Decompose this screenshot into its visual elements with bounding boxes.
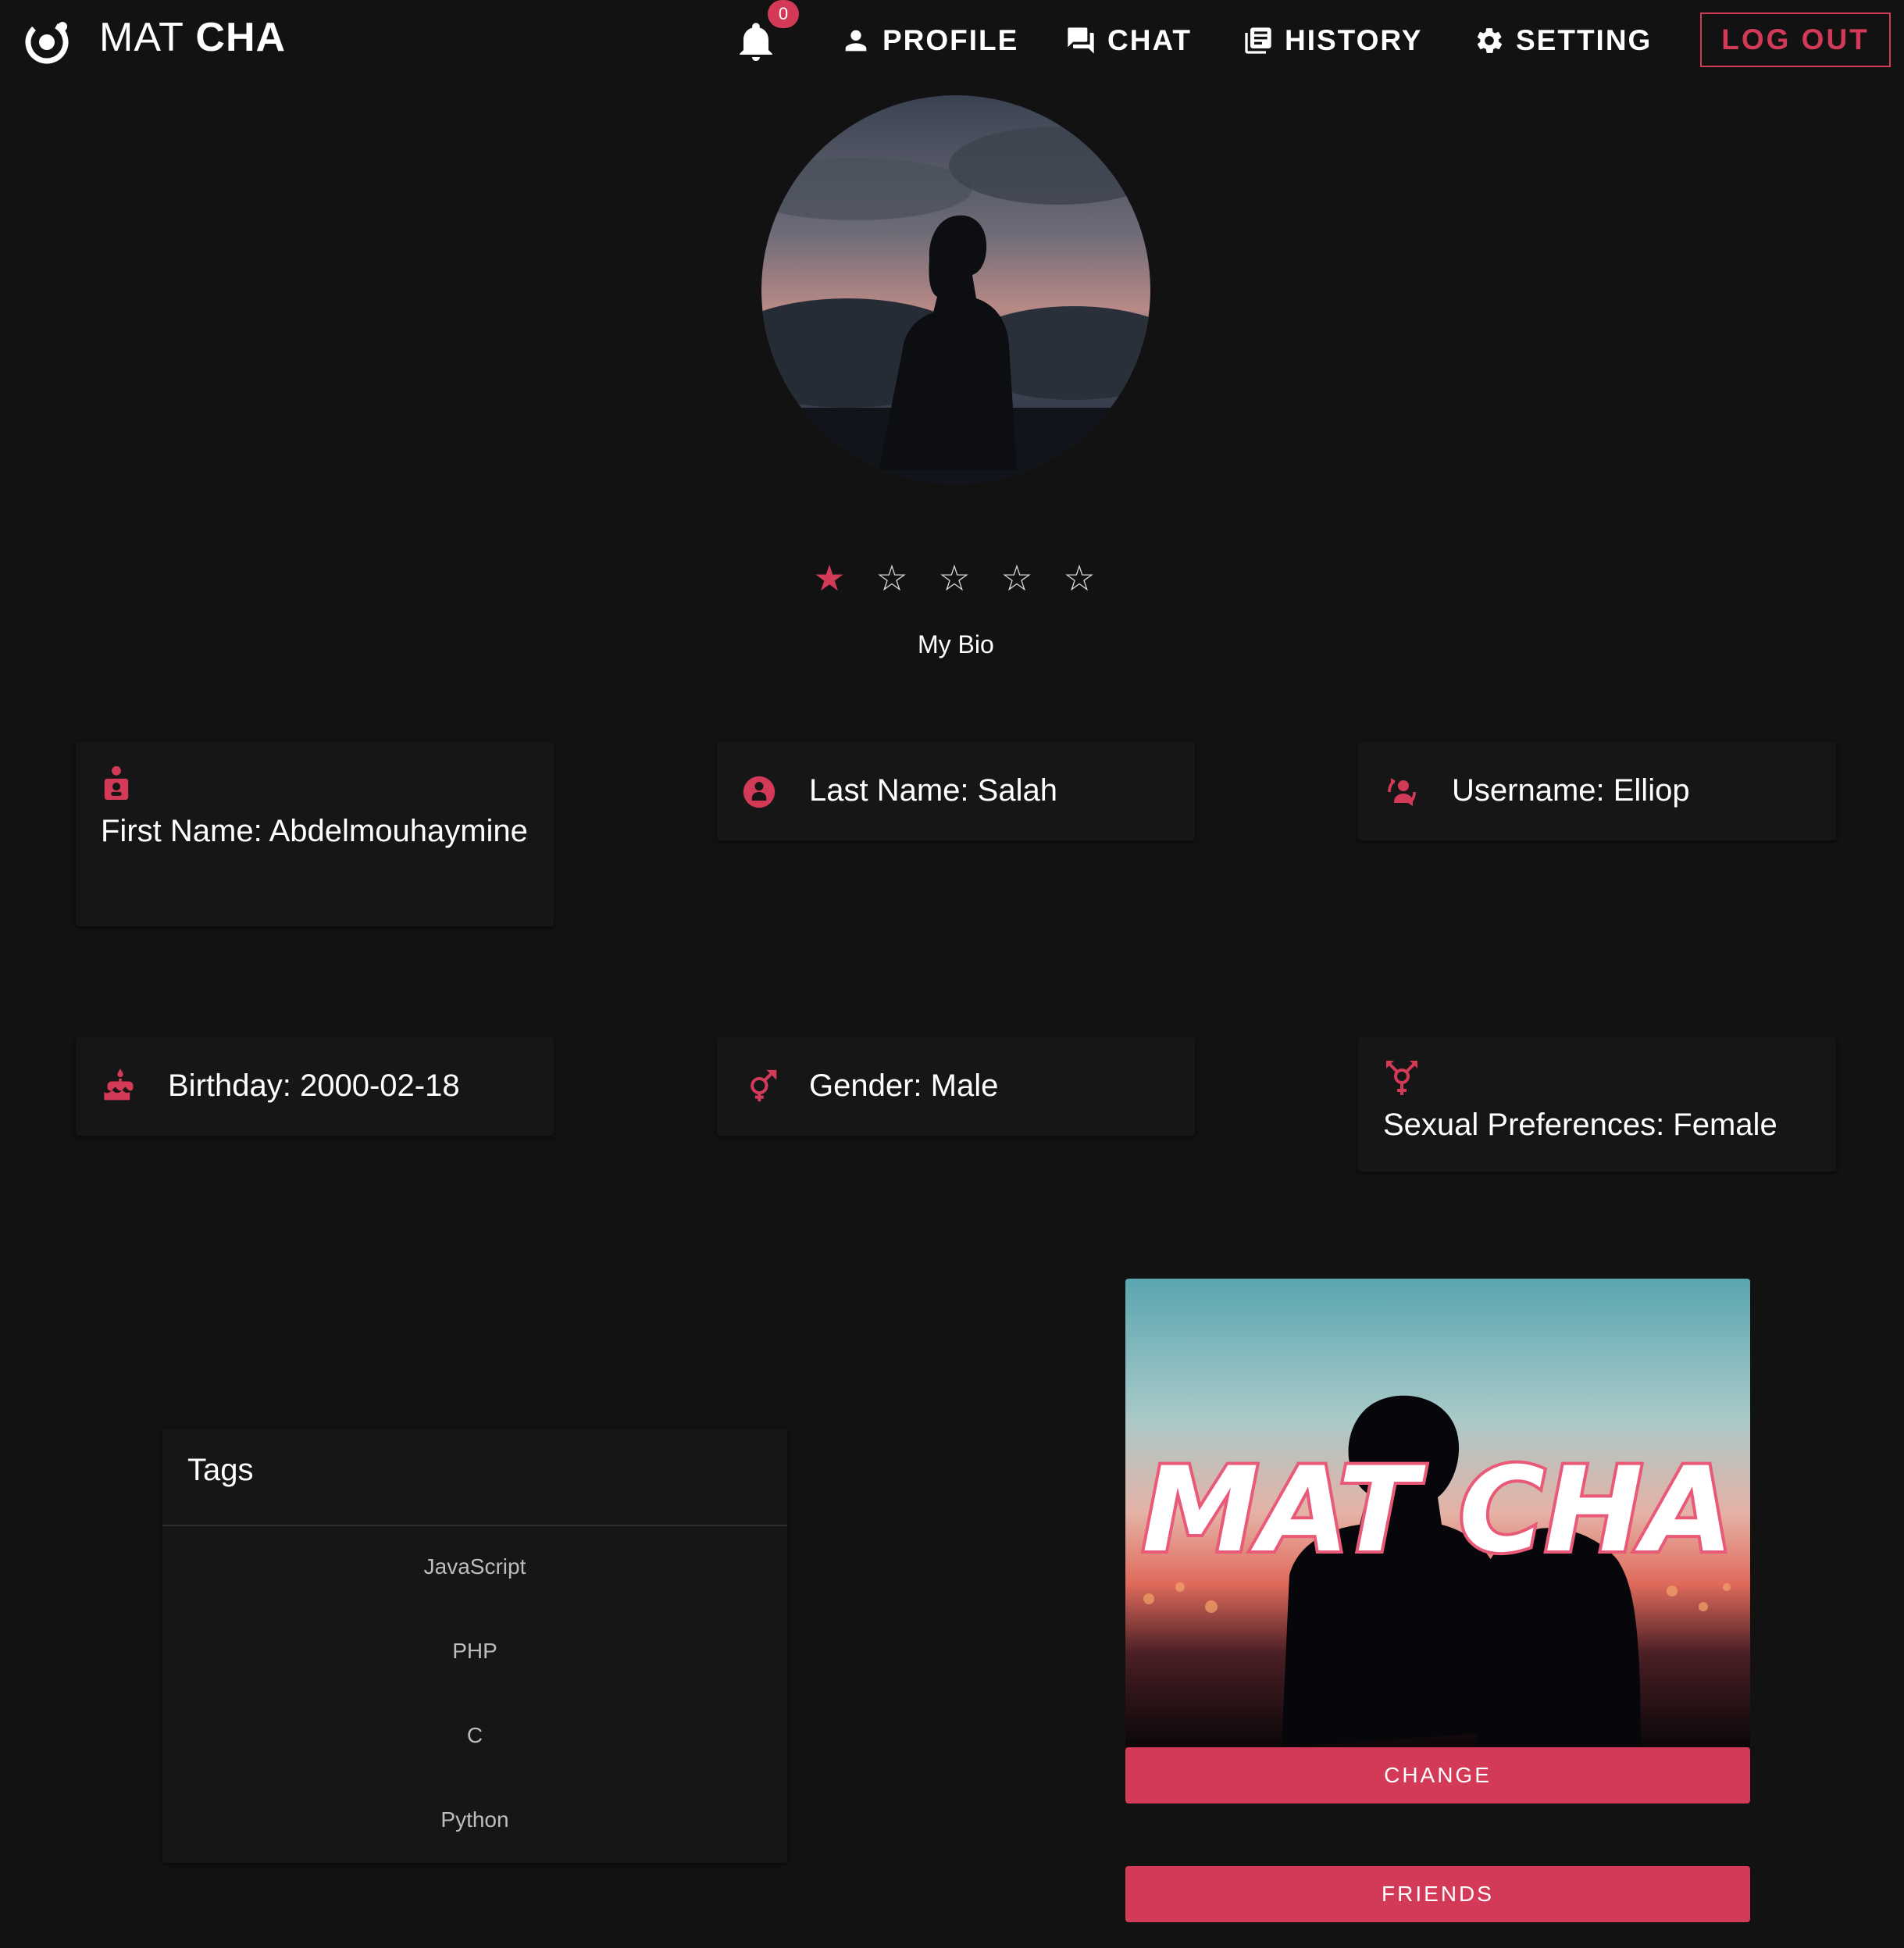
tag-item[interactable]: Python (162, 1807, 787, 1832)
profile-avatar[interactable] (761, 95, 1150, 484)
birthday-text: Birthday: 2000-02-18 (168, 1069, 460, 1103)
bio-text: My Bio (918, 630, 994, 658)
history-icon (1245, 27, 1271, 54)
avatar-image (761, 95, 1150, 484)
sexual-preferences-text: Sexual Preferences: Female (1383, 1108, 1777, 1142)
change-cover-button[interactable]: CHANGE (1125, 1747, 1750, 1804)
nav-profile[interactable]: PROFILE (840, 19, 1018, 62)
birthday-card: Birthday: 2000-02-18 (76, 1037, 554, 1136)
logout-button[interactable]: LOG OUT (1700, 12, 1891, 67)
top-nav: MAT CHA 0 PROFILE CHAT HISTORY SETTING L… (0, 0, 1904, 84)
nav-profile-label: PROFILE (882, 24, 1019, 56)
tags-title: Tags (187, 1453, 254, 1487)
last-name-card: Last Name: Salah (717, 742, 1195, 840)
nav-chat[interactable]: CHAT (1065, 19, 1192, 62)
nav-history[interactable]: HISTORY (1243, 19, 1422, 62)
star-empty-icon[interactable]: ☆ (937, 556, 972, 600)
tags-card: Tags JavaScript PHP C Python (162, 1429, 787, 1863)
cover-image: MAT CHA (1125, 1279, 1750, 1747)
bell-icon[interactable] (737, 22, 775, 62)
rating-stars[interactable]: ★ ☆ ☆ ☆ ☆ (812, 556, 1096, 600)
nav-history-label: HISTORY (1285, 24, 1423, 56)
brand-title[interactable]: MAT CHA (99, 14, 286, 61)
username-text: Username: Elliop (1452, 773, 1690, 808)
gear-icon (1477, 28, 1503, 53)
cover-photo: MAT CHA (1125, 1279, 1750, 1747)
gender-card: Gender: Male (717, 1037, 1195, 1136)
last-name-text: Last Name: Salah (809, 773, 1057, 808)
friends-button[interactable]: FRIENDS (1125, 1866, 1750, 1922)
switch-account-icon (1388, 778, 1416, 806)
notification-badge: 0 (768, 0, 799, 28)
gender-text: Gender: Male (809, 1069, 999, 1103)
first-name-card: First Name: Abdelmouhaymine (76, 742, 554, 926)
nav-chat-label: CHAT (1107, 24, 1193, 56)
male-female-icon (751, 1069, 777, 1102)
transgender-icon (1386, 1061, 1417, 1095)
tag-item[interactable]: C (162, 1723, 787, 1748)
star-empty-icon[interactable]: ☆ (875, 556, 909, 600)
tags-divider (162, 1525, 787, 1526)
star-empty-icon[interactable]: ☆ (1062, 556, 1096, 600)
person-badge-icon (104, 765, 129, 800)
tag-item[interactable]: PHP (162, 1639, 787, 1664)
username-card: Username: Elliop (1358, 742, 1836, 840)
star-empty-icon[interactable]: ☆ (1000, 556, 1034, 600)
nav-setting[interactable]: SETTING (1474, 19, 1652, 62)
person-icon (845, 30, 867, 52)
nav-setting-label: SETTING (1516, 24, 1653, 56)
logo-icon[interactable] (22, 16, 72, 66)
brand-bold: CHA (195, 15, 287, 60)
first-name-text: First Name: Abdelmouhaymine (101, 814, 528, 848)
tag-item[interactable]: JavaScript (162, 1554, 787, 1579)
sexual-preferences-card: Sexual Preferences: Female (1358, 1037, 1836, 1172)
star-filled-icon[interactable]: ★ (812, 556, 847, 600)
chat-icon (1068, 27, 1094, 54)
brand-light: MAT (99, 15, 184, 60)
cake-icon (104, 1069, 134, 1101)
account-circle-icon (743, 776, 776, 808)
cover-overlay-text: MAT CHA (1142, 1443, 1733, 1579)
